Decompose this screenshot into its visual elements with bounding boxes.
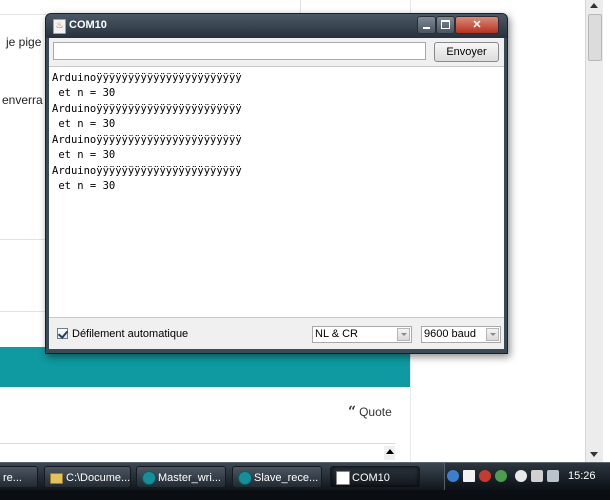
taskbar-item-label: COM10 <box>352 472 390 484</box>
send-input[interactable] <box>53 42 426 60</box>
java-icon <box>336 471 350 485</box>
serial-monitor-body: Envoyer Arduinoÿÿÿÿÿÿÿÿÿÿÿÿÿÿÿÿÿÿÿÿÿÿÿ e… <box>49 38 504 349</box>
serial-monitor-window: ♨ COM10 ✕ Envoyer Arduinoÿÿÿÿÿÿÿÿÿÿÿÿÿÿÿ… <box>45 13 508 354</box>
send-button[interactable]: Envoyer <box>434 42 499 62</box>
quote-marks-icon: “ <box>348 404 357 420</box>
taskbar-item-active[interactable]: COM10 <box>330 466 420 488</box>
editor-toolbar <box>0 443 395 463</box>
monitor-icon[interactable] <box>547 470 559 482</box>
taskbar-item-label: Master_wri... <box>158 472 221 484</box>
serial-output[interactable]: Arduinoÿÿÿÿÿÿÿÿÿÿÿÿÿÿÿÿÿÿÿÿÿÿÿ et n = 30… <box>49 66 504 318</box>
title-bar[interactable]: ♨ COM10 ✕ <box>46 14 507 38</box>
chevron-down-icon[interactable] <box>397 328 410 341</box>
network-icon[interactable] <box>447 470 459 482</box>
quote-button[interactable]: “Quote <box>348 404 392 420</box>
output-line: et n = 30 <box>52 87 116 99</box>
scrollbar-thumb[interactable] <box>588 14 602 61</box>
folder-icon <box>50 473 63 484</box>
output-line: Arduinoÿÿÿÿÿÿÿÿÿÿÿÿÿÿÿÿÿÿÿÿÿÿÿ <box>52 134 242 146</box>
maximize-button[interactable] <box>436 16 455 34</box>
scroll-up-button[interactable] <box>384 446 395 460</box>
window-icon[interactable] <box>463 470 475 482</box>
taskbar-item[interactable]: C:\Docume... <box>44 466 131 488</box>
taskbar-item[interactable]: Slave_rece... <box>232 466 322 488</box>
volume-icon[interactable] <box>531 470 543 482</box>
taskbar-item[interactable]: Master_wri... <box>136 466 226 488</box>
output-line: et n = 30 <box>52 180 116 192</box>
chevron-down-icon[interactable] <box>486 328 499 341</box>
minimize-button[interactable] <box>417 16 436 34</box>
security-icon[interactable] <box>479 470 491 482</box>
post-text-snippet: je pige <box>6 35 42 49</box>
autoscroll-label[interactable]: Défilement automatique <box>72 328 188 340</box>
window-title: COM10 <box>69 19 107 31</box>
close-button[interactable]: ✕ <box>455 16 499 34</box>
line-ending-select[interactable]: NL & CR <box>312 326 412 343</box>
clock[interactable]: 15:26 <box>568 470 596 482</box>
output-line: et n = 30 <box>52 118 116 130</box>
quote-label: Quote <box>359 405 392 419</box>
arduino-icon <box>142 471 156 485</box>
taskbar: re... C:\Docume... Master_wri... Slave_r… <box>0 462 610 491</box>
taskbar-item-label: C:\Docume... <box>66 472 131 484</box>
java-icon: ♨ <box>53 19 66 34</box>
close-icon: ✕ <box>472 19 482 31</box>
line-ending-value: NL & CR <box>315 328 358 340</box>
window-edge <box>603 0 610 462</box>
taskbar-item-label: re... <box>3 472 22 484</box>
status-bar: Défilement automatique NL & CR 9600 baud <box>49 320 504 349</box>
output-line: et n = 30 <box>52 149 116 161</box>
post-text-snippet: enverra <box>2 93 43 107</box>
minimize-icon <box>423 27 430 29</box>
arrow-up-icon <box>386 449 394 454</box>
output-line: Arduinoÿÿÿÿÿÿÿÿÿÿÿÿÿÿÿÿÿÿÿÿÿÿÿ <box>52 72 242 84</box>
bluetooth-icon[interactable] <box>515 470 527 482</box>
baud-rate-select[interactable]: 9600 baud <box>421 326 501 343</box>
page-scrollbar[interactable] <box>585 0 603 462</box>
divider <box>300 0 301 14</box>
taskbar-item[interactable]: re... <box>0 466 38 488</box>
checkmark-icon <box>57 328 69 339</box>
scroll-up-arrow-icon[interactable] <box>590 3 598 8</box>
arduino-icon <box>238 471 252 485</box>
baud-rate-value: 9600 baud <box>424 328 476 340</box>
output-line: Arduinoÿÿÿÿÿÿÿÿÿÿÿÿÿÿÿÿÿÿÿÿÿÿÿ <box>52 103 242 115</box>
taskbar-edge <box>0 490 610 500</box>
maximize-icon <box>441 20 450 29</box>
output-line: Arduinoÿÿÿÿÿÿÿÿÿÿÿÿÿÿÿÿÿÿÿÿÿÿÿ <box>52 165 242 177</box>
taskbar-item-label: Slave_rece... <box>254 472 319 484</box>
update-icon[interactable] <box>495 470 507 482</box>
scroll-down-arrow-icon[interactable] <box>590 452 598 457</box>
autoscroll-checkbox[interactable] <box>57 328 69 339</box>
